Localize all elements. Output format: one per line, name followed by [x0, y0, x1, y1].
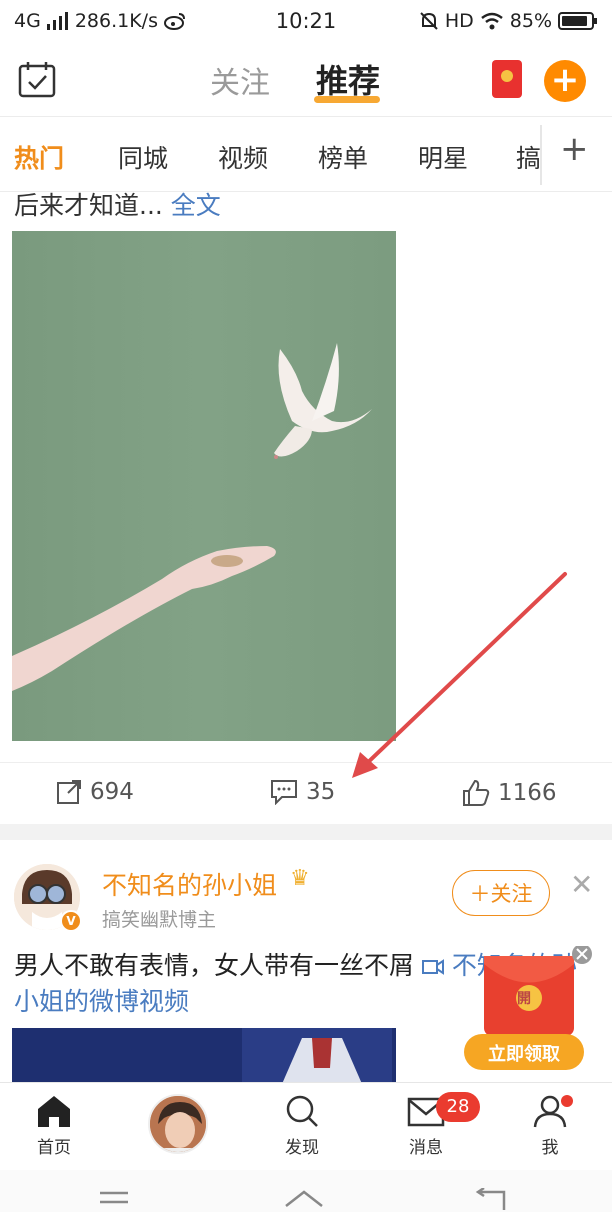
category-divider — [540, 125, 542, 185]
red-packet-icon[interactable] — [492, 60, 522, 98]
tab-me-label: 我 — [541, 1138, 559, 1158]
tab-follow[interactable]: 关注 — [210, 58, 270, 102]
tab-home[interactable]: 首页 — [14, 1093, 94, 1158]
tab-messages-label: 消息 — [409, 1138, 443, 1158]
comment-icon — [271, 780, 297, 805]
post-text: 后来才知道... 全文 — [14, 186, 221, 222]
video-link-icon — [421, 959, 444, 975]
post-image[interactable] — [12, 231, 396, 741]
close-icon[interactable]: ✕ — [570, 868, 593, 901]
verified-badge-icon: V — [60, 910, 82, 932]
repost-count: 694 — [90, 779, 134, 805]
calendar-check-icon[interactable] — [18, 60, 56, 98]
feed-separator — [0, 824, 612, 840]
network-type: 4G — [14, 10, 41, 32]
tab-discover-label: 发现 — [285, 1138, 319, 1158]
back-icon[interactable] — [474, 1188, 510, 1212]
tab-home-label: 首页 — [37, 1138, 71, 1158]
wifi-icon — [480, 12, 503, 30]
full-text-link[interactable]: 全文 — [171, 191, 221, 220]
follow-button[interactable]: ＋关注 — [452, 870, 550, 916]
status-bar: 4G 286.1K/s 10:21 HD 85% — [0, 0, 612, 42]
menu-icon[interactable] — [98, 1190, 130, 1206]
category-local[interactable]: 同城 — [118, 139, 168, 175]
category-celebrity[interactable]: 明星 — [418, 139, 468, 175]
floating-red-envelope[interactable]: 開 立即领取 — [464, 944, 594, 1072]
share-icon — [57, 780, 81, 804]
weibo-icon — [163, 13, 185, 30]
home-button-icon[interactable] — [284, 1188, 324, 1212]
crown-icon: ♛ — [290, 866, 310, 891]
notification-dot — [561, 1095, 573, 1107]
compose-button[interactable]: + — [544, 60, 586, 102]
search-icon — [286, 1095, 318, 1127]
tab-me[interactable]: 我 — [510, 1093, 590, 1158]
message-count-badge: 28 — [436, 1092, 480, 1122]
video-thumbnail[interactable] — [12, 1028, 396, 1084]
battery-percent: 85% — [509, 10, 552, 32]
post-text-content: 男人不敢有表情，女人带有一丝不屑 — [14, 951, 415, 980]
post-actions: 694 35 1166 — [0, 762, 612, 824]
network-speed: 286.1K/s — [74, 10, 158, 32]
tab-discover[interactable]: 发现 — [262, 1093, 342, 1158]
category-funny[interactable]: 搞 — [516, 139, 540, 175]
thumbs-up-icon — [463, 779, 490, 806]
comment-button[interactable]: 35 — [270, 779, 335, 805]
bottom-tab-bar: 首页 发现 消息 我 — [0, 1082, 612, 1170]
system-nav-bar — [0, 1170, 612, 1212]
active-tab-indicator — [314, 96, 380, 103]
home-icon — [38, 1096, 70, 1127]
avatar[interactable] — [148, 1094, 208, 1154]
signal-icon — [46, 12, 68, 30]
like-button[interactable]: 1166 — [462, 779, 557, 807]
battery-icon — [558, 12, 597, 30]
category-bar: 热门 同城 视频 榜单 明星 搞 + — [0, 116, 612, 192]
envelope-badge: 開 — [517, 991, 531, 1007]
add-category-button[interactable]: + — [560, 129, 589, 169]
post-text-content: 后来才知道... — [14, 191, 163, 220]
mute-bell-icon — [420, 12, 438, 30]
author-subtitle: 搞笑幽默博主 — [102, 909, 217, 931]
category-ranking[interactable]: 榜单 — [318, 139, 368, 175]
author-name[interactable]: 不知名的孙小姐 — [102, 866, 277, 902]
repost-button[interactable]: 694 — [56, 779, 134, 805]
hd-indicator: HD — [444, 10, 474, 32]
claim-now-label[interactable]: 立即领取 — [476, 1040, 572, 1066]
category-hot[interactable]: 热门 — [14, 139, 64, 175]
comment-count: 35 — [306, 779, 336, 805]
top-nav: 关注 推荐 + — [0, 42, 612, 116]
like-count: 1166 — [498, 780, 557, 806]
category-video[interactable]: 视频 — [218, 139, 268, 175]
